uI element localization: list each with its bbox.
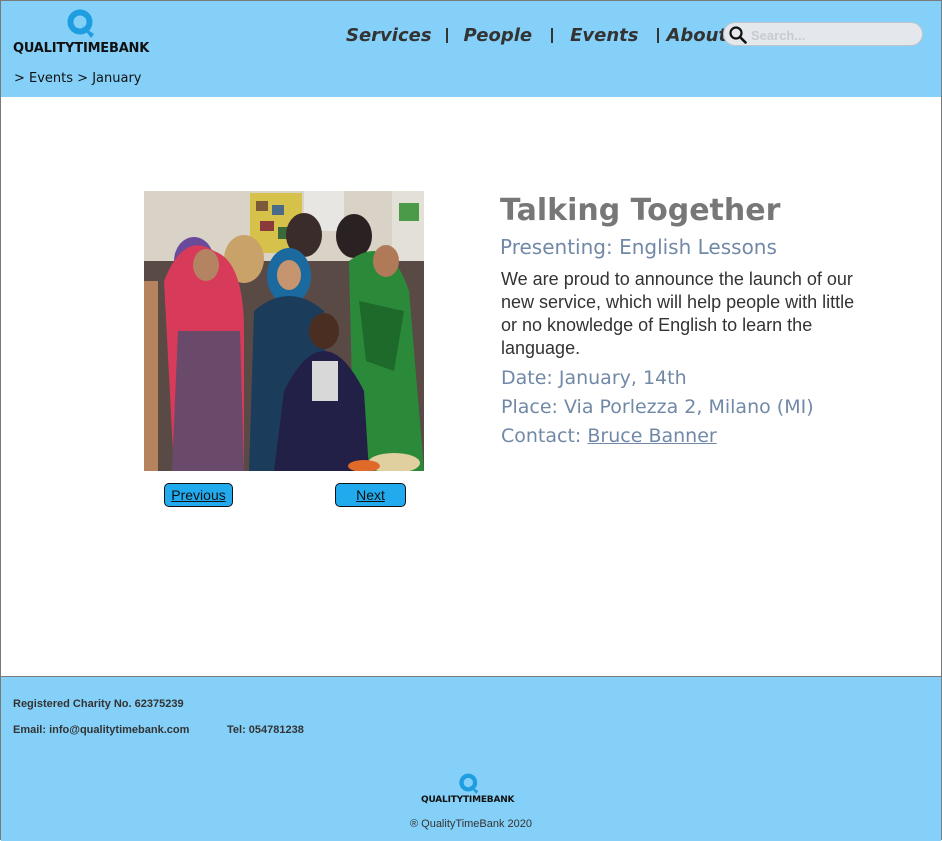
nav-separator — [445, 27, 448, 43]
event-photo — [144, 191, 424, 471]
event-date: Date: January, 14th — [501, 367, 687, 389]
site-footer: Registered Charity No. 62375239 Email: i… — [1, 676, 941, 841]
footer-phone: Tel: 054781238 — [227, 724, 304, 736]
footer-logo-wordmark: QUALITYTIMEBANK — [421, 795, 515, 805]
logo-wordmark: QUALITYTIMEBANK — [13, 41, 150, 56]
footer-email: Email: info@qualitytimebank.com — [13, 724, 190, 736]
contact-label: Contact: — [501, 425, 588, 447]
event-contact: Contact: Bruce Banner — [501, 425, 717, 447]
charity-number: Registered Charity No. 62375239 — [13, 698, 184, 710]
event-title: Talking Together — [500, 193, 781, 228]
search-icon[interactable] — [729, 26, 747, 44]
nav-separator — [551, 27, 554, 43]
site-header: QUALITYTIMEBANK Services People Events A… — [1, 1, 941, 97]
contact-link[interactable]: Bruce Banner — [587, 425, 716, 447]
search-box[interactable] — [723, 22, 923, 46]
nav-people[interactable]: People — [464, 25, 533, 46]
search-input[interactable] — [749, 25, 921, 45]
nav-services[interactable]: Services — [346, 25, 432, 46]
nav-separator — [657, 27, 660, 43]
event-subtitle: Presenting: English Lessons — [500, 235, 777, 259]
copyright: ® QualityTimeBank 2020 — [409, 818, 533, 830]
site-logo[interactable]: QUALITYTIMEBANK — [13, 9, 153, 59]
q-logo-icon — [459, 773, 479, 794]
footer-logo[interactable]: QUALITYTIMEBANK — [421, 773, 521, 809]
breadcrumb: > Events > January — [14, 71, 142, 86]
previous-button[interactable]: Previous — [164, 483, 233, 507]
event-place: Place: Via Porlezza 2, Milano (MI) — [501, 396, 814, 418]
next-button[interactable]: Next — [335, 483, 406, 507]
main-nav: Services People Events About Us — [346, 21, 759, 49]
event-description: We are proud to announce the launch of o… — [501, 269, 855, 358]
nav-events[interactable]: Events — [570, 25, 638, 46]
q-logo-icon — [67, 9, 94, 38]
